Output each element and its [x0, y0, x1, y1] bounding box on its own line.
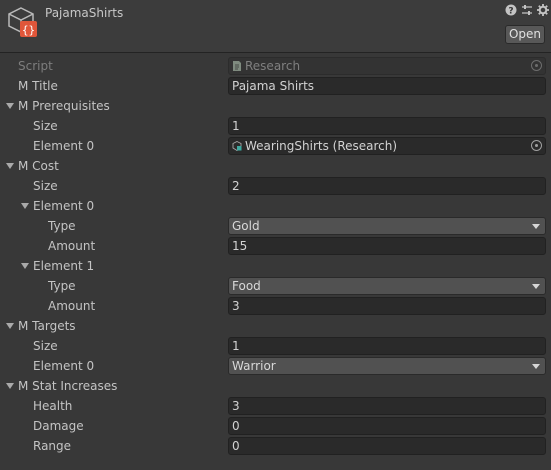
prerequisites-element-0-value: WearingShirts (Research) [245, 139, 398, 153]
amount-label: Amount [48, 299, 96, 313]
cost-size-input[interactable]: 2 [228, 177, 546, 195]
scriptable-object-small-icon [232, 141, 242, 151]
type-label: Type [48, 279, 76, 293]
stat-increases-label: M Stat Increases [18, 379, 118, 393]
range-row: Range 0 [0, 436, 551, 456]
help-icon[interactable]: ? [505, 4, 517, 16]
cost-size-row: Size 2 [0, 176, 551, 196]
dropdown-value: Food [232, 279, 261, 293]
cost-1-type-dropdown[interactable]: Food [228, 277, 546, 295]
script-row: Script Research [0, 56, 551, 76]
title-label: M Title [18, 79, 58, 93]
cost-element-0-foldout[interactable]: Element 0 [0, 196, 551, 216]
targets-size-input[interactable]: 1 [228, 337, 546, 355]
size-label: Size [33, 339, 58, 353]
health-input[interactable]: 3 [228, 397, 546, 415]
inspector-header: {} PajamaShirts ? Open [0, 0, 551, 53]
cost-0-amount-row: Amount 15 [0, 236, 551, 256]
dropdown-arrow-icon [532, 284, 540, 289]
targets-size-row: Size 1 [0, 336, 551, 356]
dropdown-value: Gold [232, 219, 260, 233]
damage-input[interactable]: 0 [228, 417, 546, 435]
open-button[interactable]: Open [505, 25, 545, 44]
scriptable-object-icon: {} [8, 7, 37, 37]
size-label: Size [33, 179, 58, 193]
foldout-arrow-icon[interactable] [6, 163, 14, 169]
dropdown-arrow-icon [532, 364, 540, 369]
cost-0-amount-input[interactable]: 15 [228, 237, 546, 255]
cost-1-amount-input[interactable]: 3 [228, 297, 546, 315]
health-row: Health 3 [0, 396, 551, 416]
cost-foldout[interactable]: M Cost [0, 156, 551, 176]
cs-script-icon [233, 61, 241, 71]
prerequisites-size-input[interactable]: 1 [228, 117, 546, 135]
stat-increases-foldout[interactable]: M Stat Increases [0, 376, 551, 396]
damage-label: Damage [33, 419, 84, 433]
cost-0-type-dropdown[interactable]: Gold [228, 217, 546, 235]
prerequisites-element-0-row: Element 0 WearingShirts (Research) [0, 136, 551, 156]
cost-0-type-row: Type Gold [0, 216, 551, 236]
size-label: Size [33, 119, 58, 133]
range-input[interactable]: 0 [228, 437, 546, 455]
foldout-arrow-icon[interactable] [6, 103, 14, 109]
cost-1-type-row: Type Food [0, 276, 551, 296]
foldout-arrow-icon[interactable] [21, 203, 29, 209]
dropdown-value: Warrior [232, 359, 276, 373]
foldout-arrow-icon[interactable] [6, 383, 14, 389]
preset-icon[interactable] [521, 4, 533, 16]
svg-text:?: ? [508, 7, 513, 17]
element-0-label: Element 0 [33, 359, 95, 373]
cost-label: M Cost [18, 159, 59, 173]
script-label: Script [18, 59, 53, 73]
title-row: M Title Pajama Shirts [0, 76, 551, 96]
foldout-arrow-icon[interactable] [6, 323, 14, 329]
targets-label: M Targets [18, 319, 76, 333]
prerequisites-element-0-field[interactable]: WearingShirts (Research) [228, 137, 546, 155]
element-0-label: Element 0 [33, 139, 95, 153]
targets-element-0-dropdown[interactable]: Warrior [228, 357, 546, 375]
amount-label: Amount [48, 239, 96, 253]
range-label: Range [33, 439, 72, 453]
health-label: Health [33, 399, 73, 413]
gear-icon[interactable] [537, 4, 549, 16]
prerequisites-size-row: Size 1 [0, 116, 551, 136]
cost-1-amount-row: Amount 3 [0, 296, 551, 316]
asset-title: PajamaShirts [45, 6, 124, 20]
element-0-label: Element 0 [33, 199, 95, 213]
targets-foldout[interactable]: M Targets [0, 316, 551, 336]
prerequisites-foldout[interactable]: M Prerequisites [0, 96, 551, 116]
foldout-arrow-icon[interactable] [21, 263, 29, 269]
prerequisites-label: M Prerequisites [18, 99, 110, 113]
script-field: Research [228, 57, 546, 75]
element-1-label: Element 1 [33, 259, 95, 273]
svg-text:{}: {} [22, 24, 35, 37]
damage-row: Damage 0 [0, 416, 551, 436]
targets-element-0-row: Element 0 Warrior [0, 356, 551, 376]
title-input[interactable]: Pajama Shirts [228, 77, 546, 95]
object-picker-icon [531, 60, 542, 71]
dropdown-arrow-icon [532, 224, 540, 229]
object-picker-icon[interactable] [531, 140, 542, 151]
script-value: Research [245, 59, 301, 73]
type-label: Type [48, 219, 76, 233]
cost-element-1-foldout[interactable]: Element 1 [0, 256, 551, 276]
